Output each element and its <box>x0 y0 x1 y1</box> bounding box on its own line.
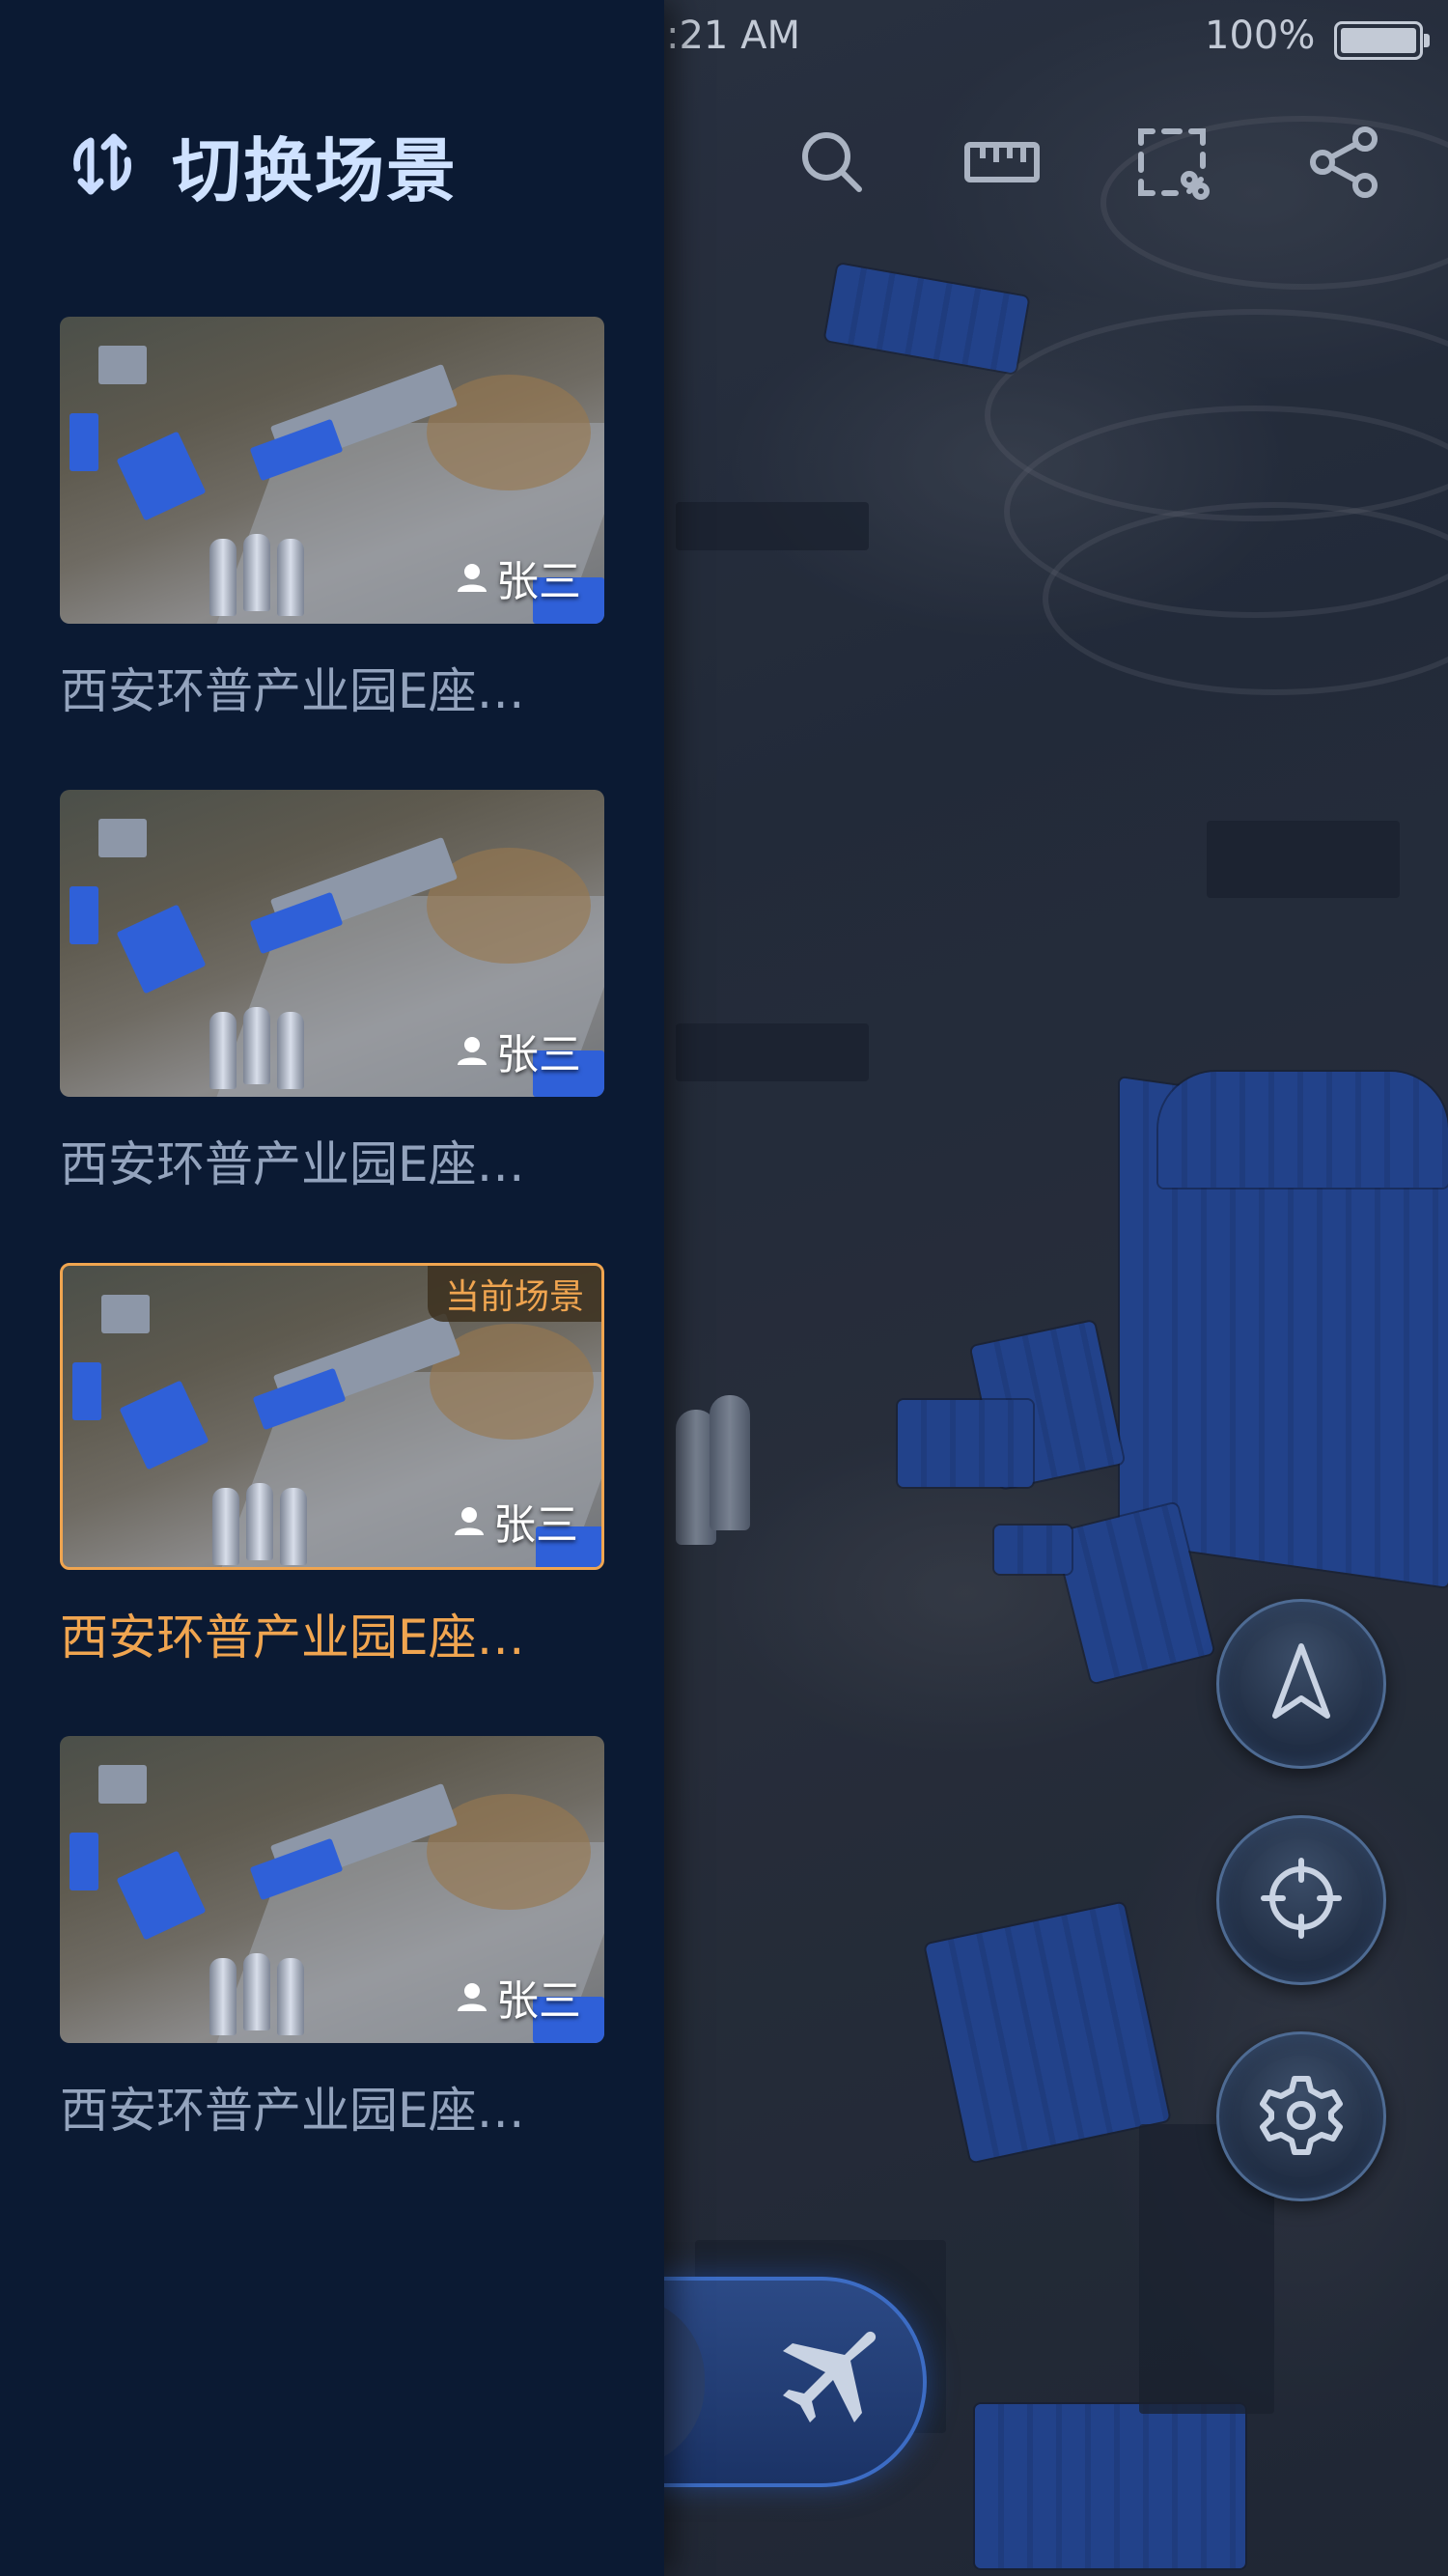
select-area-icon[interactable] <box>1133 124 1211 201</box>
user-icon <box>458 1983 487 2011</box>
ruler-icon[interactable] <box>963 124 1041 201</box>
scene-card[interactable]: 张三 西安环普产业园E座… <box>60 1736 604 2142</box>
settings-button[interactable] <box>1216 2031 1386 2201</box>
scene-name: 西安环普产业园E座… <box>60 1610 525 1666</box>
drawer-title: 切换场景 <box>172 129 459 211</box>
user-icon <box>455 1507 484 1535</box>
settings-icon <box>1258 2071 1345 2162</box>
scene-card[interactable]: 张三 西安环普产业园E座… <box>60 790 604 1195</box>
plane-icon <box>769 2322 885 2442</box>
scene-switch-drawer: 切换场景 张三 西安环普产业园E座… 张三 西安环普产业园E座… 当前场景 张三… <box>0 0 664 2576</box>
user-icon <box>458 1037 487 1065</box>
compass-icon <box>1258 1638 1345 1729</box>
share-icon[interactable] <box>1305 124 1382 201</box>
scene-card-current[interactable]: 当前场景 张三 西安环普产业园E座… <box>60 1263 604 1668</box>
scene-card[interactable]: 张三 西安环普产业园E座… <box>60 317 604 722</box>
current-scene-badge: 当前场景 <box>427 1266 601 1322</box>
status-time: :21 AM <box>666 14 800 58</box>
switch-icon <box>66 127 139 201</box>
battery-percent: 100% <box>1205 14 1316 58</box>
search-icon[interactable] <box>794 124 871 201</box>
locate-button[interactable] <box>1216 1815 1386 1985</box>
scene-name: 西安环普产业园E座… <box>60 663 525 719</box>
scene-thumbnail: 张三 <box>60 317 604 624</box>
scene-thumbnail: 当前场景 张三 <box>60 1263 604 1570</box>
fly-mode-button[interactable] <box>763 2317 892 2447</box>
scene-thumbnail: 张三 <box>60 1736 604 2043</box>
scene-owner: 张三 <box>456 1966 581 2028</box>
scene-thumbnail: 张三 <box>60 790 604 1097</box>
user-icon <box>458 564 487 592</box>
scene-owner: 张三 <box>456 1020 581 1081</box>
scene-owner: 张三 <box>456 546 581 608</box>
compass-button[interactable] <box>1216 1599 1386 1769</box>
scene-owner: 张三 <box>453 1490 578 1552</box>
scene-name: 西安环普产业园E座… <box>60 2083 525 2139</box>
locate-icon <box>1258 1855 1345 1946</box>
scene-name: 西安环普产业园E座… <box>60 1136 525 1192</box>
battery-icon <box>1334 21 1430 60</box>
drawer-header: 切换场景 <box>66 116 458 212</box>
